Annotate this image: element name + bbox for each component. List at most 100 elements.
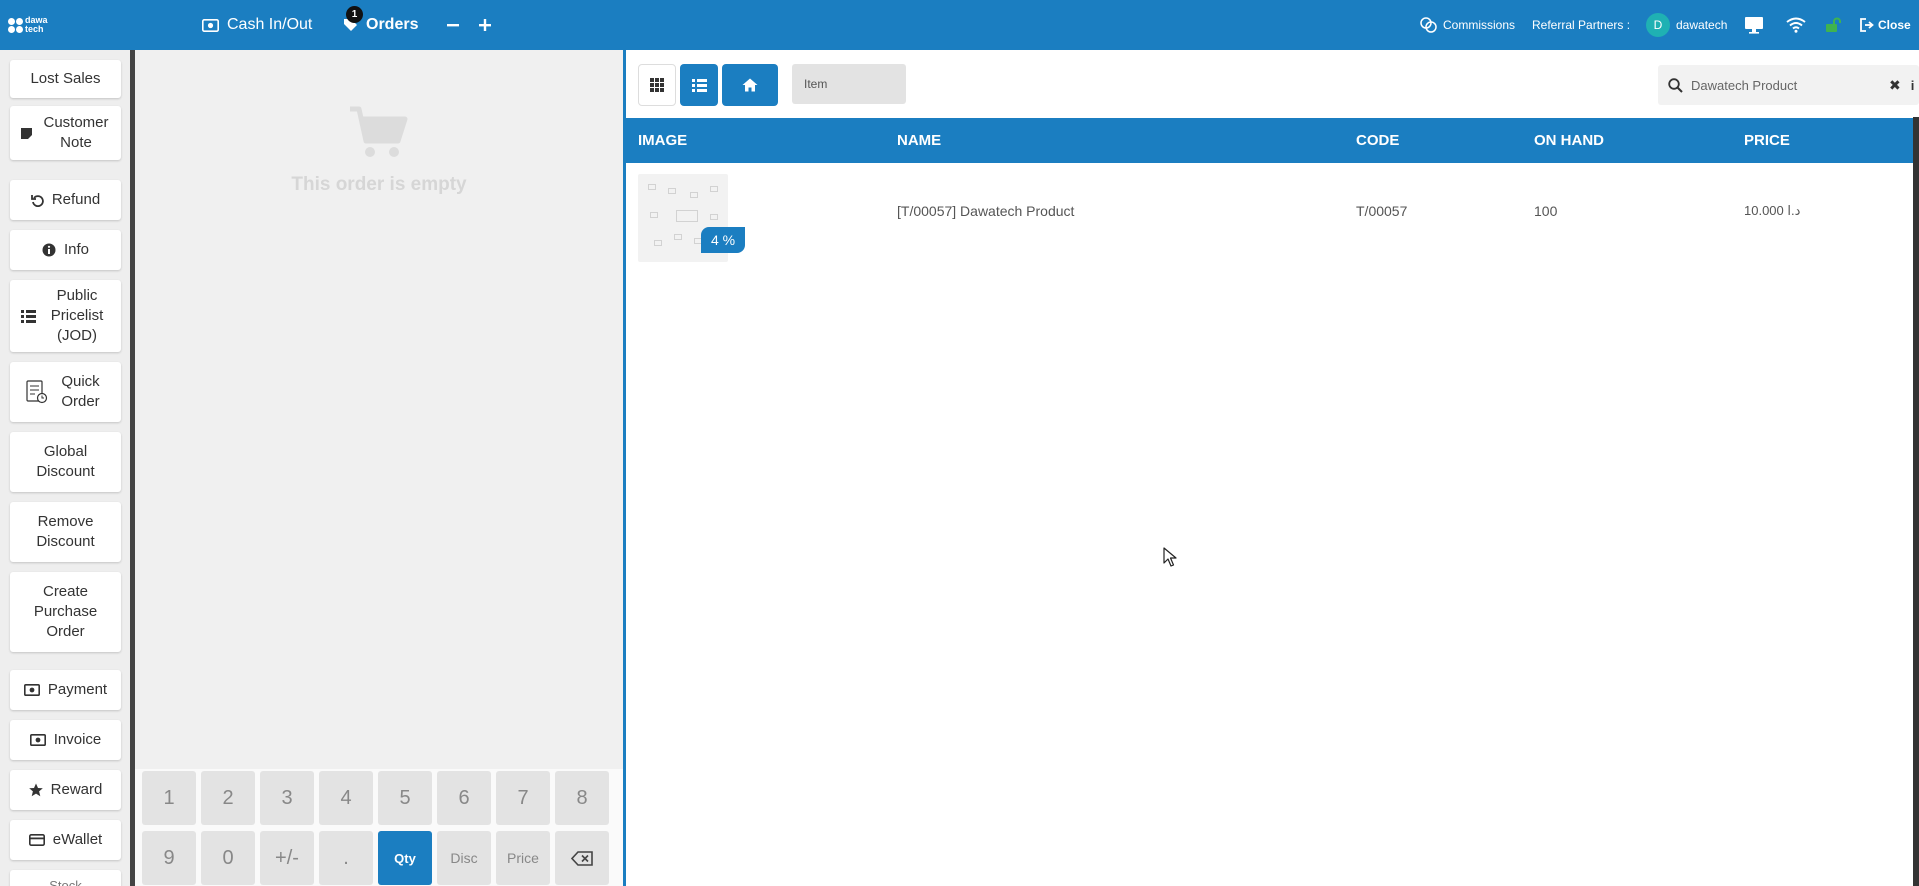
invoice-label: Invoice bbox=[53, 731, 102, 748]
remove-order-button[interactable] bbox=[446, 0, 460, 50]
avatar: D bbox=[1646, 13, 1670, 37]
numpad-key-6[interactable]: 6 bbox=[437, 771, 491, 825]
payment-label: Payment bbox=[47, 681, 108, 698]
wifi-icon bbox=[1786, 17, 1806, 33]
refund-label: Refund bbox=[51, 191, 101, 208]
unlock-icon bbox=[1825, 17, 1843, 33]
tag-icon: 1 bbox=[342, 6, 363, 33]
coins-icon bbox=[1419, 17, 1437, 33]
discount-badge: 4 % bbox=[701, 227, 745, 253]
quick-order-label: Quick Order bbox=[61, 373, 100, 410]
display-button[interactable] bbox=[1744, 0, 1764, 50]
info-label: Info bbox=[63, 241, 90, 258]
list-icon bbox=[691, 78, 707, 92]
info-button[interactable]: Info bbox=[10, 230, 121, 270]
reward-button[interactable]: Reward bbox=[10, 770, 121, 810]
pricelist-button[interactable]: Public Pricelist (JOD) bbox=[10, 280, 121, 352]
quick-order-button[interactable]: Quick Order bbox=[10, 362, 121, 422]
connection-status[interactable] bbox=[1786, 0, 1806, 50]
product-code: T/00057 bbox=[1356, 203, 1408, 219]
close-button[interactable]: Close bbox=[1860, 0, 1911, 50]
stock-label: Stock bbox=[49, 878, 82, 886]
info-icon bbox=[42, 243, 56, 257]
orders-count-badge: 1 bbox=[346, 6, 363, 23]
cash-in-out-button[interactable]: Cash In/Out bbox=[202, 0, 312, 50]
numpad-backspace[interactable] bbox=[555, 831, 609, 885]
numpad-key-8[interactable]: 8 bbox=[555, 771, 609, 825]
customer-note-button[interactable]: Customer Note bbox=[10, 106, 121, 160]
order-panel: This order is empty bbox=[135, 50, 623, 886]
commissions-button[interactable]: Commissions bbox=[1419, 0, 1515, 50]
category-breadcrumb[interactable]: Item bbox=[792, 64, 906, 104]
commissions-label: Commissions bbox=[1443, 18, 1516, 32]
payment-button[interactable]: Payment bbox=[10, 670, 121, 710]
money-bill-icon bbox=[23, 684, 40, 696]
shopping-cart-icon bbox=[348, 105, 410, 161]
product-price: 10.000 د.ا bbox=[1744, 203, 1801, 218]
lock-button[interactable] bbox=[1825, 0, 1843, 50]
sign-out-icon bbox=[1860, 18, 1874, 32]
ewallet-button[interactable]: eWallet bbox=[10, 820, 121, 860]
products-scrollbar[interactable] bbox=[1913, 117, 1919, 886]
numpad-key-plus-minus[interactable]: +/- bbox=[260, 831, 314, 885]
empty-order-message: This order is empty bbox=[291, 174, 467, 195]
col-code-header: CODE bbox=[1356, 132, 1400, 149]
global-discount-button[interactable]: Global Discount bbox=[10, 432, 121, 492]
home-category-button[interactable] bbox=[722, 64, 778, 106]
add-order-button[interactable] bbox=[478, 0, 492, 50]
close-label: Close bbox=[1878, 18, 1911, 32]
create-purchase-order-button[interactable]: Create Purchase Order bbox=[10, 572, 121, 652]
numpad-key-2[interactable]: 2 bbox=[201, 771, 255, 825]
list-view-button[interactable] bbox=[680, 64, 718, 106]
search-info-icon[interactable]: i bbox=[1911, 78, 1915, 93]
numpad-key-4[interactable]: 4 bbox=[319, 771, 373, 825]
numpad-key-decimal[interactable]: . bbox=[319, 831, 373, 885]
star-icon bbox=[28, 783, 43, 797]
table-row[interactable]: 4 % [T/00057] Dawatech Product T/00057 1… bbox=[626, 163, 1919, 262]
user-menu[interactable]: D dawatech bbox=[1646, 0, 1727, 50]
search-input[interactable] bbox=[1691, 77, 1881, 93]
numpad-key-5[interactable]: 5 bbox=[378, 771, 432, 825]
numpad-disc-mode[interactable]: Disc bbox=[437, 831, 491, 885]
col-on-hand-header: ON HAND bbox=[1534, 132, 1604, 149]
referral-partners-label: Referral Partners : bbox=[1532, 18, 1631, 32]
col-name-header: NAME bbox=[897, 132, 942, 149]
minus-icon bbox=[446, 18, 460, 32]
cash-icon bbox=[202, 18, 219, 32]
referral-partners-button[interactable]: Referral Partners : bbox=[1532, 0, 1630, 50]
products-control-bar: Item ✖ i bbox=[626, 50, 1919, 118]
numpad-key-7[interactable]: 7 bbox=[496, 771, 550, 825]
numpad-key-9[interactable]: 9 bbox=[142, 831, 196, 885]
product-on-hand: 100 bbox=[1534, 203, 1558, 219]
numpad-key-0[interactable]: 0 bbox=[201, 831, 255, 885]
receipt-clock-icon bbox=[25, 380, 48, 404]
col-image-header: IMAGE bbox=[638, 132, 688, 149]
numpad-key-3[interactable]: 3 bbox=[260, 771, 314, 825]
invoice-button[interactable]: Invoice bbox=[10, 720, 121, 760]
monitor-icon bbox=[1744, 16, 1764, 34]
create-purchase-order-label: Create Purchase Order bbox=[33, 583, 98, 640]
actions-column: Lost Sales Customer Note Refund Info Pub… bbox=[0, 50, 130, 886]
mouse-cursor-icon bbox=[1163, 547, 1177, 572]
plus-icon bbox=[478, 18, 492, 32]
clear-search-icon[interactable]: ✖ bbox=[1889, 77, 1901, 94]
numpad-price-mode[interactable]: Price bbox=[496, 831, 550, 885]
search-icon bbox=[1668, 77, 1683, 93]
numpad-qty-mode[interactable]: Qty bbox=[378, 831, 432, 885]
stock-button[interactable]: Stock bbox=[10, 870, 121, 886]
credit-card-icon bbox=[28, 834, 45, 846]
brand-logo: dawa tech bbox=[8, 12, 58, 38]
refund-button[interactable]: Refund bbox=[10, 180, 121, 220]
list-icon bbox=[21, 309, 36, 323]
home-icon bbox=[742, 78, 758, 92]
numpad-key-1[interactable]: 1 bbox=[142, 771, 196, 825]
remove-discount-button[interactable]: Remove Discount bbox=[10, 502, 121, 562]
brand-name: dawa tech bbox=[25, 15, 48, 34]
grid-view-button[interactable] bbox=[638, 64, 676, 106]
top-bar: dawa tech Cash In/Out 1 Orders Commissio… bbox=[0, 0, 1919, 50]
lost-sales-button[interactable]: Lost Sales bbox=[10, 60, 121, 98]
orders-button[interactable]: 1 Orders bbox=[342, 0, 418, 50]
col-price-header: PRICE bbox=[1744, 132, 1790, 149]
user-name: dawatech bbox=[1676, 18, 1728, 32]
undo-icon bbox=[30, 194, 44, 207]
